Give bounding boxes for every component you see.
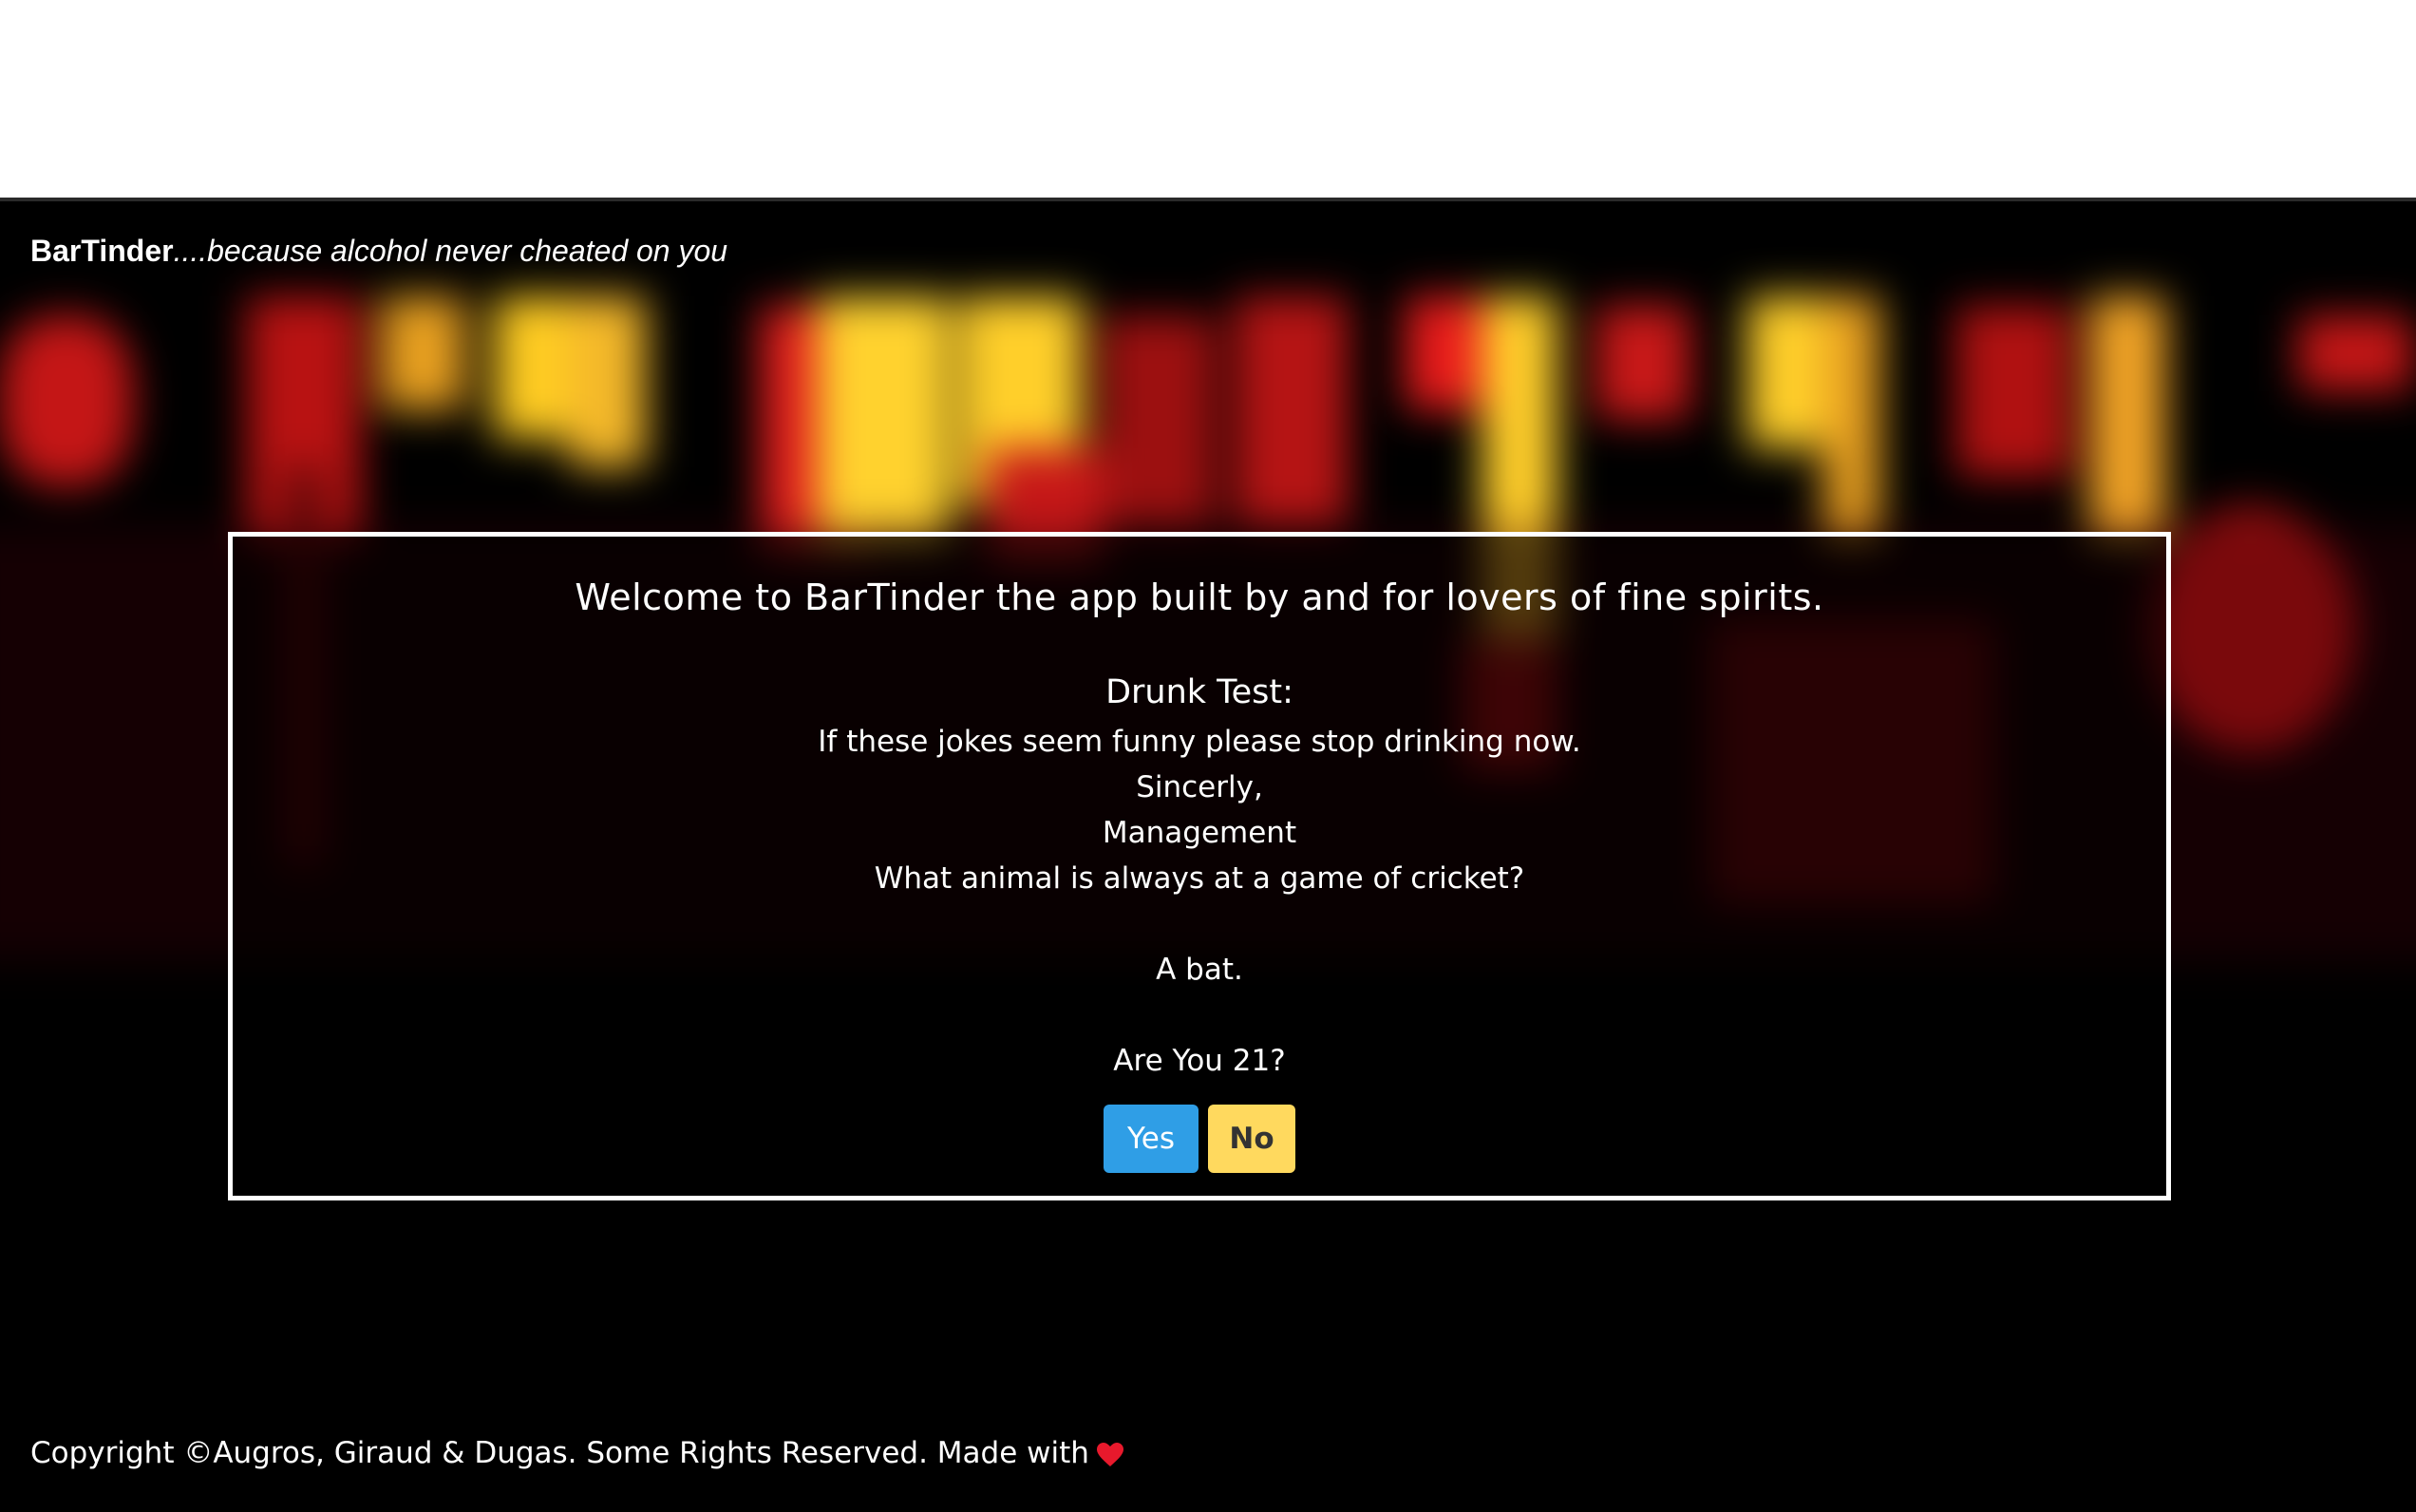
joke-disclaimer: If these jokes seem funny please stop dr… — [818, 725, 1581, 759]
page: BarTinder....because alcohol never cheat… — [0, 201, 2416, 1512]
welcome-text: Welcome to BarTinder the app built by an… — [575, 576, 1824, 618]
age-question: Are You 21? — [1113, 1044, 1286, 1078]
top-blank-area — [0, 0, 2416, 198]
yes-button[interactable]: Yes — [1104, 1105, 1199, 1173]
copyright-text: Copyright ©Augros, Giraud & Dugas. Some … — [30, 1436, 1089, 1470]
signoff-management: Management — [1102, 816, 1297, 850]
heart-icon — [1096, 1441, 1123, 1466]
joke-answer: A bat. — [1156, 953, 1243, 987]
no-button[interactable]: No — [1208, 1105, 1295, 1173]
brand-name: BarTinder — [30, 234, 174, 268]
signoff-sincerly: Sincerly, — [1136, 770, 1263, 804]
drunk-test-title: Drunk Test: — [1105, 673, 1293, 711]
brand-header: BarTinder....because alcohol never cheat… — [30, 234, 727, 269]
brand-tagline: ....because alcohol never cheated on you — [173, 234, 728, 268]
age-buttons: Yes No — [233, 1105, 2166, 1173]
welcome-panel: Welcome to BarTinder the app built by an… — [228, 532, 2171, 1200]
footer: Copyright ©Augros, Giraud & Dugas. Some … — [30, 1436, 1123, 1470]
joke-question: What animal is always at a game of crick… — [874, 861, 1525, 896]
